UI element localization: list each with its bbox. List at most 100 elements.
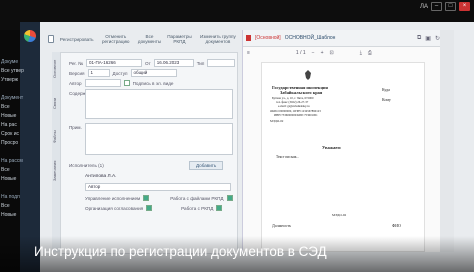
author-input[interactable] xyxy=(84,79,121,87)
sidebar-item[interactable]: Новые xyxy=(0,211,38,220)
add-executor-button[interactable]: Добавить xyxy=(189,161,224,170)
sidebar-item[interactable]: На рас xyxy=(0,121,38,130)
option-checkbox[interactable] xyxy=(143,195,150,201)
version-input[interactable]: 1 xyxy=(87,69,110,77)
salutation: Уважаем xyxy=(322,145,341,150)
user-label[interactable]: ЛА xyxy=(420,4,428,10)
reg-stamp: МЭДО-02 xyxy=(270,119,284,123)
menu-icon[interactable]: ≡ xyxy=(247,50,250,56)
register-icon[interactable] xyxy=(48,35,54,43)
options-row-1: Управление исполнением Работа с файлами … xyxy=(85,195,233,201)
video-frame: ЛА – □ × Докуме Все утвер Утверж Докумен… xyxy=(0,0,474,272)
executors-label: Исполнитель (1) xyxy=(69,163,104,168)
option-label: Управление исполнением xyxy=(85,195,141,201)
right-scroll-panel[interactable] xyxy=(440,30,454,252)
vertical-tabs: Основное Связи Файлы Замечания xyxy=(52,52,60,252)
org-line-2: Забайкальского края xyxy=(280,90,323,95)
sidebar-item[interactable]: Новые xyxy=(0,112,38,121)
close-button[interactable]: × xyxy=(459,2,470,11)
save-icon[interactable]: ▣ xyxy=(425,35,431,42)
sidebar-item[interactable]: Новые xyxy=(0,175,38,184)
sidebar-item[interactable]: Все xyxy=(0,103,38,112)
executor-name: Антипова Л.А. xyxy=(85,174,117,179)
sidebar-item[interactable]: Все xyxy=(0,166,38,175)
access-select[interactable]: общий xyxy=(130,69,177,77)
address-line: ИНН 7536000000/КПП 753601001 xyxy=(274,113,318,117)
option-label: Работа с файлами РКПД xyxy=(170,195,224,201)
kind-select[interactable] xyxy=(207,59,236,67)
tab-links[interactable]: Связи xyxy=(52,86,57,120)
page-indicator: 1 / 1 xyxy=(295,50,306,56)
recipient-label: Кому xyxy=(382,97,391,102)
sidebar-item[interactable]: Просро xyxy=(0,139,38,148)
sign-label: Подпись в эл. виде xyxy=(132,80,174,86)
reg-no-label: Рег. № xyxy=(69,60,84,66)
maximize-button[interactable]: □ xyxy=(445,2,456,11)
toolbar: Регистрировать Отменить регистрацию Все … xyxy=(48,30,238,48)
sidebar-item[interactable]: Утверж xyxy=(0,76,38,85)
address-line: e-mail: gi@zabaikalsky.ru xyxy=(278,104,310,108)
option-checkbox[interactable] xyxy=(146,205,153,211)
zoom-in-icon[interactable]: + xyxy=(321,50,324,56)
sidebar-item[interactable]: Докуме xyxy=(0,58,38,67)
sidebar-item[interactable]: Все xyxy=(0,202,38,211)
sign-checkbox[interactable] xyxy=(123,80,130,86)
fit-icon[interactable]: ⊡ xyxy=(330,50,334,56)
pdf-title-tag: [Основной] xyxy=(255,35,281,41)
cancel-registration-button[interactable]: Отменить регистрацию xyxy=(100,34,132,44)
pdf-header: [Основной] ОСНОВНОЙ_Шаблон ⧉ ▣ ↻ xyxy=(243,30,444,47)
note-textarea[interactable] xyxy=(85,123,233,155)
version-row: Версия 1 Доступ общий xyxy=(69,69,177,77)
sidebar-item[interactable]: На подп xyxy=(0,193,38,202)
date-input[interactable]: 16.06.2023 xyxy=(153,59,194,67)
print-icon[interactable]: ⎙ xyxy=(368,50,372,56)
option-checkbox[interactable] xyxy=(216,205,223,211)
change-group-button[interactable]: Изменить группу документов xyxy=(198,34,238,44)
zoom-out-icon[interactable]: − xyxy=(312,50,315,56)
note-label: Прим. xyxy=(69,125,82,130)
register-button[interactable]: Регистрировать xyxy=(60,37,94,42)
summary-textarea[interactable] xyxy=(85,89,233,119)
download-icon[interactable]: ⤓ xyxy=(360,50,362,56)
signature-stamp: МЭДО-02 xyxy=(332,213,347,217)
sidebar-item[interactable]: На рассм xyxy=(0,157,38,166)
reg-no-input[interactable]: 01-ПА-16266 xyxy=(86,59,143,67)
caption-text: Инструкция по регистрации документов в С… xyxy=(34,244,327,259)
letter-body: Текст письма... xyxy=(276,155,299,159)
pdf-nav: ≡ 1 / 1 − + ⊡ ⤓ ⎙ xyxy=(243,47,445,59)
pdf-title[interactable]: ОСНОВНОЙ_Шаблон xyxy=(285,35,336,41)
option-checkbox[interactable] xyxy=(226,195,233,201)
pdf-preview-pane: [Основной] ОСНОВНОЙ_Шаблон ⧉ ▣ ↻ ≡ 1 / 1… xyxy=(242,30,444,252)
option-label: Организация согласования xyxy=(85,205,144,211)
window-controls: ЛА – □ × xyxy=(420,2,470,11)
video-caption: Инструкция по регистрации документов в С… xyxy=(0,236,474,272)
kind-label: Тип xyxy=(196,60,205,66)
sidebar-item[interactable]: Документ xyxy=(0,94,38,103)
version-label: Версия xyxy=(69,70,85,76)
reg-row: Рег. № 01-ПА-16266 От 16.06.2023 Тип xyxy=(69,59,236,67)
signer-position: Должность xyxy=(272,223,292,228)
sidebar-item[interactable]: Срок ис xyxy=(0,130,38,139)
minimize-button[interactable]: – xyxy=(431,2,442,11)
app-logo-icon[interactable] xyxy=(24,30,36,42)
options-row-2: Организация согласования Работа с РКПД xyxy=(85,205,223,211)
tab-files[interactable]: Файлы xyxy=(52,120,57,154)
tab-notes[interactable]: Замечания xyxy=(52,154,57,188)
copy-icon[interactable]: ⧉ xyxy=(417,35,421,42)
to-label: Куда xyxy=(382,87,390,92)
rkpd-params-button[interactable]: Параметры РКПД xyxy=(167,34,192,44)
note-row: Прим. xyxy=(69,125,82,130)
pdf-icon xyxy=(246,35,251,41)
all-documents-button[interactable]: Все документы xyxy=(138,34,161,44)
role-input[interactable]: Автор xyxy=(85,183,231,191)
sidebar-item[interactable]: Все утвер xyxy=(0,67,38,76)
author-label: Автор xyxy=(69,80,82,86)
sidebar: Докуме Все утвер Утверж Документ Все Нов… xyxy=(0,58,38,258)
emblem-icon xyxy=(305,70,311,80)
registration-form: Рег. № 01-ПА-16266 От 16.06.2023 Тип Вер… xyxy=(60,52,238,254)
access-label: Доступ xyxy=(112,70,128,76)
tab-main[interactable]: Основное xyxy=(52,52,57,86)
